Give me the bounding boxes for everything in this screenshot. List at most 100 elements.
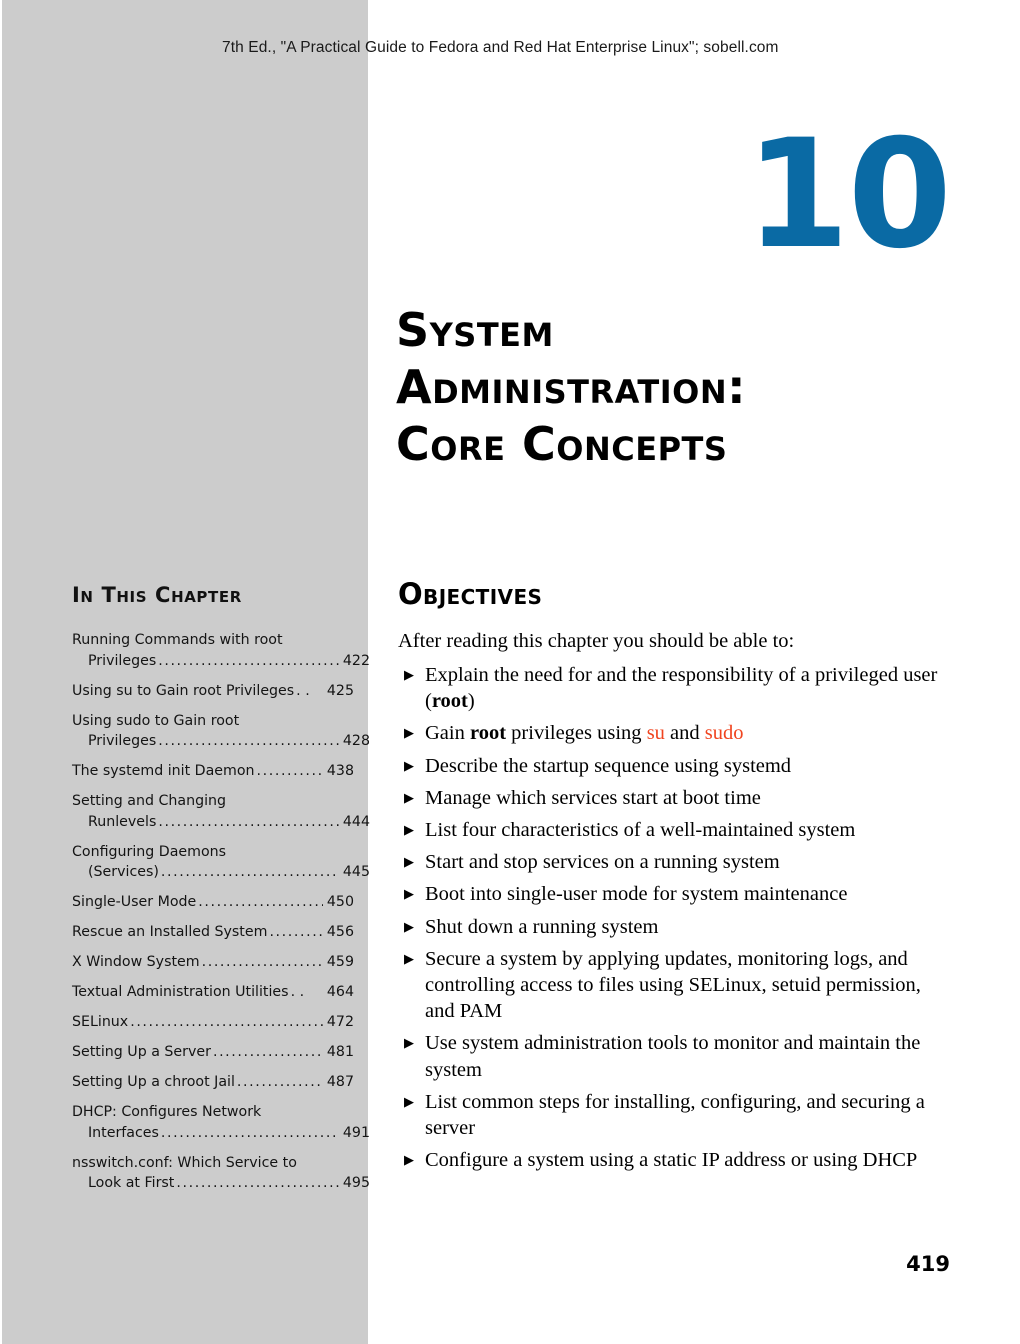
objective-text-run: and: [664, 722, 705, 745]
toc-entry[interactable]: Single-User Mode........................…: [72, 892, 354, 913]
objective-text: Gain root privileges using su and sudo: [425, 720, 943, 746]
toc-dot-leader: ........................................…: [212, 1044, 323, 1060]
toc-entry-page: 438: [326, 763, 354, 779]
toc-dot-leader: . .: [296, 682, 310, 699]
triangle-bullet-icon: ▶: [404, 726, 414, 742]
toc-entry-page: 459: [326, 954, 354, 970]
chapter-number: 10: [745, 108, 952, 282]
toc-entry-label: Setting and Changing: [72, 793, 227, 809]
toc-entry[interactable]: The systemd init Daemon.................…: [72, 761, 354, 782]
toc-entry[interactable]: Textual Administration Utilities. . 464: [72, 982, 354, 1003]
toc-entry-line: (Services)..............................…: [72, 862, 370, 883]
triangle-bullet-icon: ▶: [404, 668, 414, 683]
toc-entry-line: Look at First...........................…: [72, 1173, 370, 1194]
toc-entry-page: 456: [326, 924, 354, 940]
chapter-toc-list: Running Commands with root..............…: [72, 630, 370, 1203]
objective-text: Secure a system by applying updates, mon…: [425, 946, 943, 1025]
triangle-bullet-icon: ▶: [404, 951, 414, 967]
toc-dot-leader: ........................................…: [256, 763, 324, 779]
toc-entry-page: 422: [342, 652, 370, 669]
toc-entry[interactable]: SELinux.................................…: [72, 1012, 354, 1033]
triangle-bullet-icon: ▶: [404, 1153, 414, 1169]
toc-entry-page: 425: [326, 682, 354, 699]
toc-entry[interactable]: Running Commands with root..............…: [72, 630, 370, 671]
toc-dot-leader: ........................................…: [130, 1014, 323, 1030]
toc-entry-page: 481: [326, 1044, 354, 1060]
toc-dot-leader: ........................................…: [236, 1074, 323, 1090]
toc-entry-label: Single-User Mode: [72, 894, 197, 910]
toc-entry[interactable]: Rescue an Installed System..............…: [72, 922, 354, 943]
toc-entry-line: Running Commands with root..............…: [72, 630, 354, 651]
command-name: su: [646, 722, 665, 745]
toc-entry-line: Runlevels...............................…: [72, 812, 370, 833]
toc-entry-line: X Window System.........................…: [72, 952, 354, 973]
toc-entry-label: Setting Up a chroot Jail: [72, 1074, 235, 1090]
objective-text-run: Boot into single-user mode for system ma…: [425, 883, 848, 906]
toc-entry-label: Configuring Daemons: [72, 843, 227, 860]
toc-entry-line: SELinux.................................…: [72, 1012, 354, 1033]
toc-entry-label: Setting Up a Server: [72, 1044, 211, 1060]
objective-text: Describe the startup sequence using syst…: [425, 753, 943, 779]
chapter-title-line: System: [396, 303, 554, 357]
chapter-title-line: Core Concepts: [396, 417, 728, 471]
toc-entry-page: 445: [342, 864, 370, 880]
toc-entry[interactable]: Using sudo to Gain root.................…: [72, 711, 370, 752]
in-this-chapter-heading: In This Chapter: [72, 583, 242, 607]
objective-text-run: ): [467, 690, 475, 713]
toc-entry-line: Using su to Gain root Privileges. . 425: [72, 681, 354, 702]
toc-entry[interactable]: DHCP: Configures Network................…: [72, 1102, 370, 1143]
toc-entry[interactable]: Setting and Changing....................…: [72, 791, 370, 832]
toc-entry-label: (Services): [88, 864, 159, 880]
objective-text: Manage which services start at boot time: [425, 785, 943, 811]
objective-text-run: Start and stop services on a running sys…: [425, 851, 780, 874]
toc-entry-label: DHCP: Configures Network: [72, 1104, 262, 1120]
toc-dot-leader: ........................................…: [269, 924, 323, 940]
objective-text-run: List four characteristics of a well-main…: [425, 819, 856, 842]
triangle-bullet-icon: ▶: [404, 758, 414, 774]
objective-text: Start and stop services on a running sys…: [425, 849, 943, 875]
toc-entry[interactable]: Configuring Daemons.....................…: [72, 842, 370, 883]
objective-text: Shut down a running system: [425, 914, 943, 940]
triangle-bullet-icon: ▶: [404, 887, 414, 903]
toc-entry-label: Rescue an Installed System: [72, 924, 268, 940]
objectives-intro: After reading this chapter you should be…: [398, 630, 795, 652]
objectives-heading: Objectives: [398, 577, 543, 611]
toc-entry[interactable]: Using su to Gain root Privileges. . 425: [72, 681, 354, 702]
toc-entry-page: 464: [326, 984, 354, 1000]
toc-entry-label: nsswitch.conf: Which Service to: [72, 1154, 297, 1171]
toc-entry-label: X Window System: [72, 954, 200, 970]
objective-item: ▶ Describe the startup sequence using sys…: [398, 753, 943, 779]
objective-text-run: Shut down a running system: [425, 915, 659, 938]
emphasis-term: root: [469, 722, 507, 745]
toc-dot-leader: ........................................…: [160, 1124, 339, 1141]
toc-dot-leader: ........................................…: [158, 733, 339, 749]
objective-item: ▶ Boot into single-user mode for system m…: [398, 881, 943, 907]
objective-item: ▶ Manage which services start at boot tim…: [398, 785, 943, 811]
toc-entry-label: Textual Administration Utilities: [72, 984, 289, 1000]
toc-entry-page: 444: [342, 813, 370, 830]
toc-entry-line: Privileges..............................…: [72, 651, 370, 672]
toc-entry-line: Privileges..............................…: [72, 731, 370, 752]
command-name: sudo: [704, 722, 744, 745]
objective-text: Explain the need for and the responsibil…: [425, 662, 943, 714]
toc-entry-line: DHCP: Configures Network................…: [72, 1102, 354, 1123]
objective-text-run: Explain the need for and the responsibil…: [425, 664, 938, 713]
toc-dot-leader: ........................................…: [160, 864, 339, 880]
objective-item: ▶ Shut down a running system: [398, 914, 943, 940]
toc-entry[interactable]: Setting Up a chroot Jail................…: [72, 1072, 354, 1093]
triangle-bullet-icon: ▶: [404, 855, 414, 871]
toc-entry-page: 472: [326, 1014, 354, 1030]
toc-entry[interactable]: nsswitch.conf: Which Service to.........…: [72, 1153, 370, 1194]
toc-entry[interactable]: X Window System.........................…: [72, 952, 354, 973]
toc-entry[interactable]: Setting Up a Server.....................…: [72, 1042, 354, 1063]
objective-text-run: Manage which services start at boot time: [425, 786, 761, 809]
objective-item: ▶ Explain the need for and the responsibi…: [398, 662, 943, 714]
toc-entry-page: 450: [326, 894, 354, 910]
chapter-title: System Administration: Core Concepts: [396, 302, 956, 473]
toc-dot-leader: ........................................…: [176, 1175, 339, 1191]
objective-text-run: List common steps for installing, config…: [425, 1090, 925, 1140]
toc-entry-page: 495: [342, 1175, 370, 1191]
toc-entry-label: Privileges: [88, 652, 157, 669]
toc-entry-label: Look at First: [88, 1175, 175, 1191]
toc-entry-label: Interfaces: [88, 1124, 159, 1141]
